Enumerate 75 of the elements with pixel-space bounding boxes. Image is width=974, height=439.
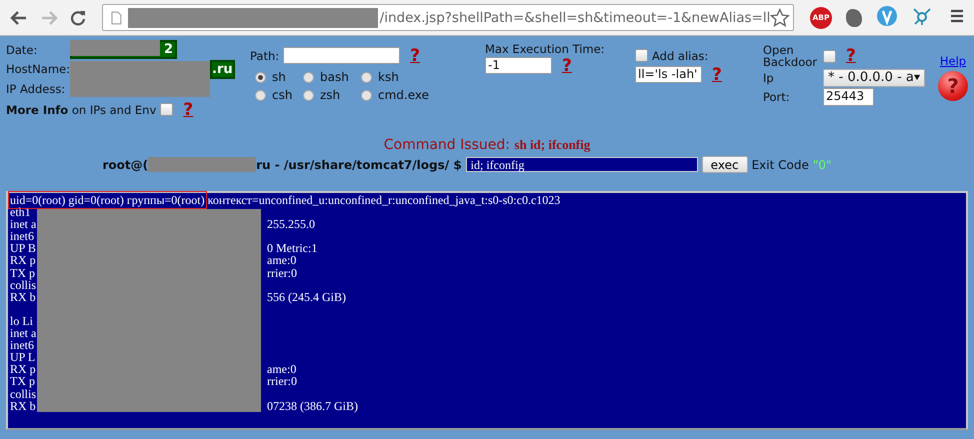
alias-checkbox[interactable] bbox=[635, 49, 648, 62]
output-text: 255.255.0 bbox=[267, 218, 315, 230]
forward-icon[interactable] bbox=[40, 10, 58, 26]
shell-radio[interactable] bbox=[361, 72, 372, 82]
exit-code-label: Exit Code bbox=[752, 158, 809, 172]
shell-radio[interactable] bbox=[361, 90, 372, 100]
field-label: Date: bbox=[6, 42, 38, 57]
output-text: UP B bbox=[10, 241, 36, 256]
prompt-path: ru - /usr/share/tomcat7/logs/ $ bbox=[256, 158, 462, 172]
output-text: inet a bbox=[10, 217, 36, 232]
url-text: /index.jsp?shellPath=&shell=sh&timeout=-1&newAlias=ll bbox=[380, 8, 770, 26]
shell-radio[interactable] bbox=[303, 72, 314, 82]
field-label: Add alias: bbox=[652, 48, 708, 62]
command-issued-label: Command Issued: bbox=[384, 137, 510, 153]
output-text: RX b bbox=[10, 290, 36, 304]
address-bar[interactable]: /index.jsp?shellPath=&shell=sh&timeout=-1&newAlias=ll bbox=[102, 4, 794, 31]
timeout-field[interactable]: -1 bbox=[485, 57, 552, 74]
output-text: 556 (245.4 GiB) bbox=[267, 290, 346, 303]
prompt-user: root@( bbox=[102, 158, 148, 172]
output-text: ame:0 bbox=[267, 254, 296, 267]
alias-field[interactable]: ll='ls -lah' bbox=[635, 66, 702, 83]
field-label: IP Addess: bbox=[6, 82, 66, 96]
shell-radio[interactable] bbox=[255, 90, 266, 100]
dropdown-arrow-icon bbox=[914, 74, 920, 81]
field-label: Open Backdoor bbox=[763, 44, 818, 68]
field-label: Ip bbox=[763, 70, 775, 84]
output-text: rrier:0 bbox=[267, 375, 297, 388]
star-icon[interactable] bbox=[770, 8, 790, 28]
output-text: inet6 bbox=[10, 229, 34, 244]
more-info-label: More Info on IPs and Env bbox=[6, 102, 156, 116]
radio-label: ksh bbox=[378, 70, 399, 84]
hostname-field[interactable]: .ru bbox=[210, 60, 235, 79]
field-label: Path: bbox=[250, 48, 280, 62]
radio-label: bash bbox=[320, 70, 349, 84]
output-text: TX p bbox=[10, 266, 35, 280]
output-text: eth1 bbox=[10, 205, 31, 220]
backdoor-checkbox[interactable] bbox=[823, 50, 836, 62]
date-field[interactable]: 2 bbox=[70, 40, 177, 60]
output-text: rrier:0 bbox=[267, 266, 297, 279]
output-text: RX b bbox=[10, 398, 36, 413]
output-text: RX p bbox=[10, 362, 36, 376]
command-field[interactable]: id; ifconfig bbox=[466, 157, 698, 172]
exec-button[interactable]: exec bbox=[702, 156, 748, 173]
radio-label: cmd.exe bbox=[378, 88, 430, 102]
output-text: TX p bbox=[10, 374, 35, 388]
page-icon bbox=[111, 10, 122, 24]
radio-label: sh bbox=[272, 70, 286, 84]
ip-select[interactable]: * - 0.0.0.0 - a bbox=[823, 68, 925, 86]
help-link[interactable]: Help bbox=[940, 54, 966, 68]
output-text: 0 Metric:1 bbox=[267, 242, 318, 254]
output-text: collis bbox=[10, 386, 36, 400]
field-label: Max Execution Time: bbox=[485, 42, 606, 56]
shell-radio[interactable] bbox=[255, 72, 266, 82]
command-issued-text: sh id; ifconfig bbox=[514, 137, 590, 152]
port-field[interactable]: 25443 bbox=[823, 88, 874, 106]
shell-radio[interactable] bbox=[303, 90, 314, 100]
output-text: lo Li bbox=[10, 314, 33, 328]
output-text: inet6 bbox=[10, 338, 34, 352]
path-field[interactable] bbox=[283, 47, 400, 64]
output-text: uid=0(root) gid=0(root) группы=0(root) bbox=[10, 193, 205, 207]
output-text: inet a bbox=[10, 326, 36, 340]
output-text: 07238 (386.7 GiB) bbox=[267, 400, 358, 412]
back-icon[interactable] bbox=[10, 10, 28, 26]
more-info-checkbox[interactable] bbox=[160, 103, 174, 116]
field-label: Port: bbox=[763, 90, 791, 104]
output-text: ame:0 bbox=[267, 363, 296, 376]
output-text: RX p bbox=[10, 253, 36, 268]
exit-code-value: "0" bbox=[812, 158, 832, 172]
output-text: UP L bbox=[10, 350, 36, 364]
output-text: контекст=unconfined_u:unconfined_r:unconfined_java_t:s0-s0:c0.c1023 bbox=[206, 193, 560, 207]
field-label: HostName: bbox=[6, 62, 70, 76]
radio-label: zsh bbox=[320, 88, 340, 102]
reload-icon[interactable] bbox=[70, 10, 86, 26]
help-icon[interactable]: ? bbox=[938, 71, 968, 101]
radio-label: csh bbox=[272, 88, 292, 102]
